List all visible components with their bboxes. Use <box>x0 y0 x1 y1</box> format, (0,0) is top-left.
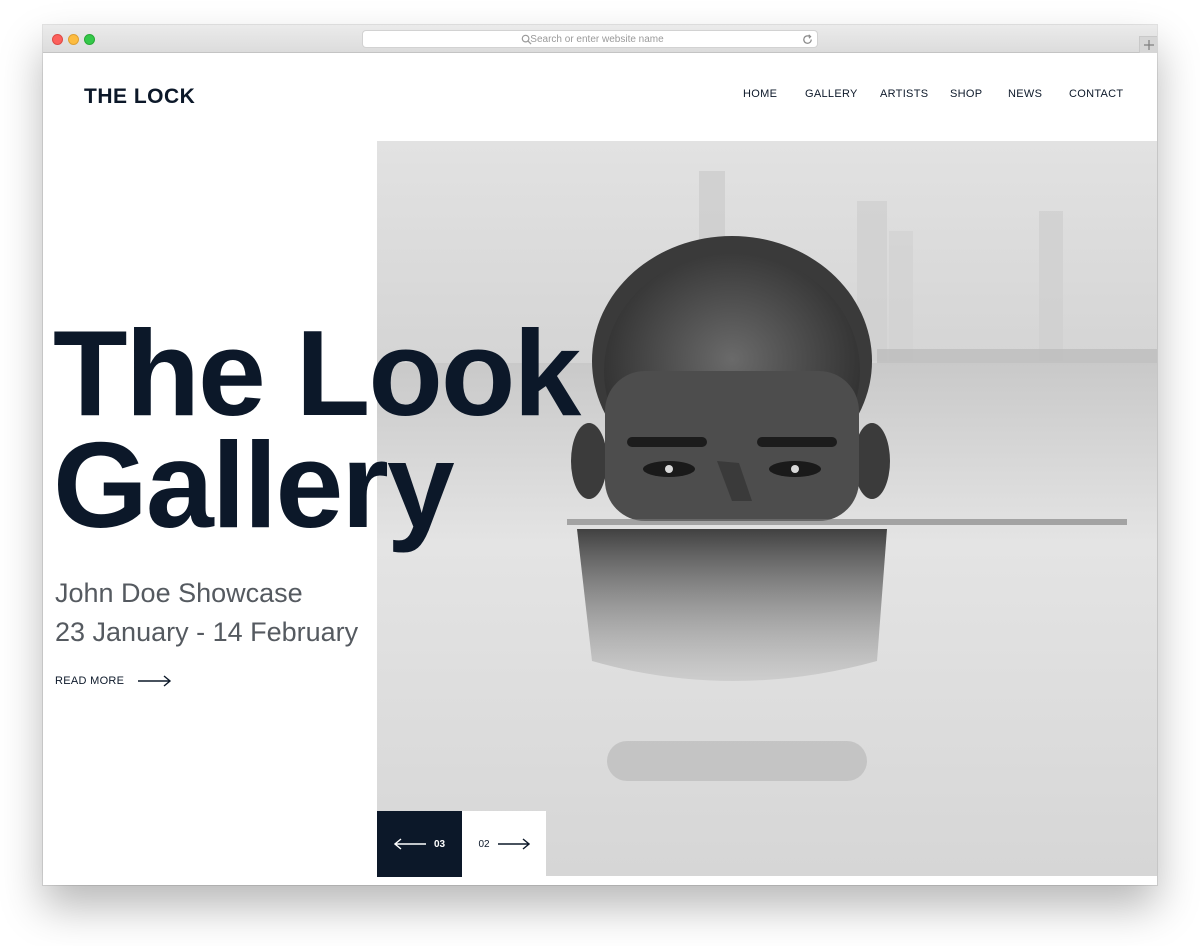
minimize-window-button[interactable] <box>68 34 79 45</box>
nav-artists[interactable]: ARTISTS <box>880 88 928 100</box>
hero-title-line2: Gallery <box>53 417 455 553</box>
plus-icon <box>1144 40 1154 50</box>
browser-toolbar: Search or enter website name <box>43 25 1157 53</box>
hero-title-line1: The Look <box>53 305 581 441</box>
address-bar-placeholder: Search or enter website name <box>530 33 664 45</box>
browser-window: Search or enter website name THE LOCK HO… <box>43 25 1157 885</box>
read-more-label: READ MORE <box>55 675 125 687</box>
new-tab-button[interactable] <box>1139 36 1157 53</box>
nav-gallery[interactable]: GALLERY <box>805 88 858 100</box>
arrow-right-icon <box>138 675 172 687</box>
hero-title: The Look Gallery <box>53 305 581 553</box>
address-bar[interactable]: Search or enter website name <box>362 30 818 48</box>
read-more-link[interactable]: READ MORE <box>55 675 172 687</box>
reload-icon[interactable] <box>801 33 814 46</box>
next-slide-number: 02 <box>478 838 490 850</box>
slider-prev-button[interactable]: 03 <box>377 811 462 877</box>
nav-news[interactable]: NEWS <box>1008 88 1042 100</box>
nav-shop[interactable]: SHOP <box>950 88 982 100</box>
nav-home[interactable]: HOME <box>743 88 777 100</box>
hero-subtitle: John Doe Showcase 23 January - 14 Februa… <box>55 574 358 652</box>
arrow-left-icon <box>393 838 426 850</box>
prev-slide-number: 03 <box>433 838 446 850</box>
exhibition-name: John Doe Showcase <box>55 578 303 608</box>
slider-next-button[interactable]: 02 <box>462 811 546 877</box>
maximize-window-button[interactable] <box>84 34 95 45</box>
nav-contact[interactable]: CONTACT <box>1069 88 1123 100</box>
main-nav: HOME GALLERY ARTISTS SHOP NEWS CONTACT <box>43 88 1157 104</box>
exhibition-dates: 23 January - 14 February <box>55 617 359 647</box>
arrow-right-icon <box>497 838 530 850</box>
search-icon <box>521 34 532 45</box>
close-window-button[interactable] <box>52 34 63 45</box>
